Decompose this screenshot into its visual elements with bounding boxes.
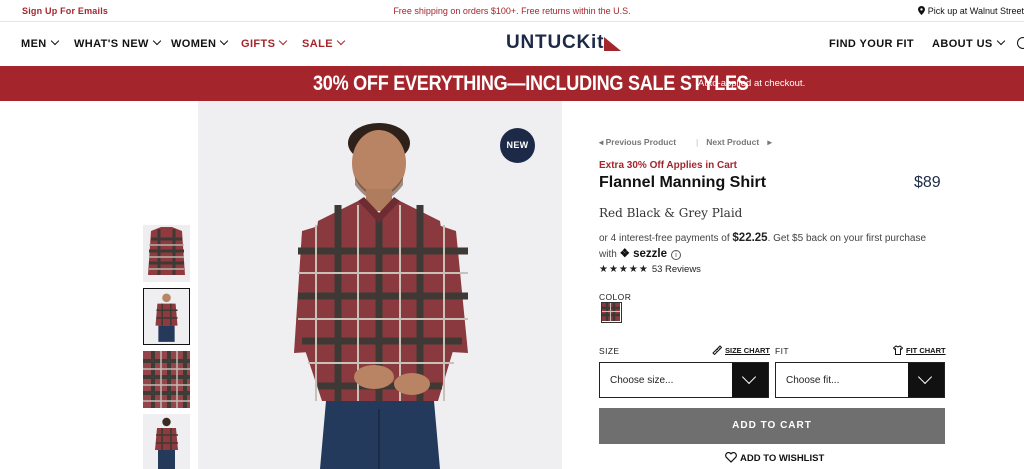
- sezzle-suffix: . Get $5 back on your first purchase: [767, 233, 927, 244]
- chevron-down-icon: [220, 36, 229, 46]
- product-thumbnail-selected[interactable]: [143, 288, 190, 345]
- sezzle-installment-text: or 4 interest-free payments of $22.25. G…: [599, 232, 926, 244]
- fit-select[interactable]: Choose fit...: [775, 362, 945, 398]
- next-product-label: Next Product: [706, 137, 760, 147]
- shipping-message: Free shipping on orders $100+. Free retu…: [393, 6, 631, 16]
- next-product-link[interactable]: Next Product ▸: [706, 137, 772, 147]
- product-thumbnail[interactable]: [143, 414, 190, 469]
- sezzle-logo[interactable]: ❖ sezzle: [620, 248, 667, 260]
- nav-men-label: MEN: [21, 38, 47, 50]
- wishlist-label: ADD TO WISHLIST: [740, 453, 825, 464]
- nav-about-us[interactable]: ABOUT US: [932, 36, 1005, 50]
- add-to-cart-button[interactable]: ADD TO CART: [599, 408, 945, 444]
- fit-select-value: Choose fit...: [786, 375, 840, 386]
- color-variant-name: Red Black & Grey Plaid: [599, 206, 743, 220]
- shirt-icon: [893, 345, 903, 355]
- sezzle-brand: sezzle: [633, 248, 667, 260]
- nav-women[interactable]: WOMEN: [171, 36, 229, 50]
- previous-product-label: Previous Product: [605, 137, 677, 147]
- sezzle-with: with: [599, 249, 617, 260]
- new-badge: NEW: [500, 128, 535, 163]
- brand-logo[interactable]: UNTUCKit: [506, 32, 621, 56]
- color-label: COLOR: [599, 292, 632, 302]
- chevron-down-icon: [50, 36, 59, 46]
- product-price: $89: [914, 174, 941, 191]
- store-pickup-label: Pick up at Walnut Street: [927, 6, 1024, 16]
- chevron-down-icon: [279, 36, 288, 46]
- sezzle-amount: $22.25: [732, 232, 768, 244]
- utility-bar: Sign Up For Emails Free shipping on orde…: [0, 0, 1024, 22]
- chevron-down-icon: [152, 36, 162, 46]
- nav-whats-new-label: WHAT'S NEW: [74, 38, 149, 50]
- promo-headline: 30% OFF EVERYTHING—INCLUDING SALE STYLES: [313, 72, 749, 95]
- size-chart-link[interactable]: SIZE CHART: [712, 345, 770, 355]
- chevron-down-icon: [336, 36, 346, 46]
- chevron-down-icon[interactable]: [908, 363, 944, 397]
- ruler-icon: [712, 345, 722, 355]
- plaid-swatch-icon: [602, 303, 620, 321]
- fit-chart-label: FIT CHART: [906, 346, 946, 355]
- heart-icon: [725, 452, 737, 463]
- fit-label: FIT: [775, 346, 789, 356]
- chevron-down-icon[interactable]: [732, 363, 768, 397]
- sezzle-logo-icon: ❖: [619, 248, 630, 260]
- fabric-detail-thumbnail: [143, 351, 190, 408]
- size-select[interactable]: Choose size...: [599, 362, 769, 398]
- nav-women-label: WOMEN: [171, 38, 217, 50]
- info-icon[interactable]: i: [670, 250, 681, 260]
- product-pager: ◂ Previous Product | Next Product ▸: [599, 137, 778, 148]
- nav-gifts-label: GIFTS: [241, 38, 276, 50]
- add-to-wishlist-button[interactable]: ADD TO WISHLIST: [725, 452, 824, 464]
- cart-promo-note: Extra 30% Off Applies in Cart: [599, 160, 737, 171]
- model-thumbnail: [144, 289, 189, 344]
- promo-note: Auto-applied at checkout.: [698, 78, 806, 89]
- store-pickup[interactable]: Pick up at Walnut Street: [917, 6, 1024, 16]
- model-back-thumbnail: [143, 414, 190, 469]
- shirt-front-thumbnail: [143, 225, 190, 282]
- logo-flag-icon: [604, 37, 621, 51]
- chevron-down-icon: [996, 36, 1005, 46]
- product-thumbnail[interactable]: [143, 351, 190, 408]
- product-thumbnail[interactable]: [143, 225, 190, 282]
- fit-chart-link[interactable]: FIT CHART: [893, 345, 946, 355]
- size-label: SIZE: [599, 346, 620, 356]
- pager-divider: |: [696, 137, 699, 147]
- product-rating[interactable]: ★★★★★ 53 Reviews: [599, 264, 701, 275]
- main-nav: MEN WHAT'S NEW WOMEN GIFTS SALE UNTUCKit…: [0, 22, 1024, 66]
- location-pin-icon: [917, 6, 925, 15]
- nav-sale[interactable]: SALE: [302, 36, 346, 50]
- sezzle-brand-line: with ❖ sezzle i: [599, 246, 681, 260]
- nav-about-label: ABOUT US: [932, 38, 993, 50]
- previous-product-link[interactable]: ◂ Previous Product: [599, 137, 682, 147]
- size-select-value: Choose size...: [610, 375, 674, 386]
- search-icon[interactable]: [1017, 37, 1024, 49]
- size-chart-label: SIZE CHART: [725, 346, 770, 355]
- nav-sale-label: SALE: [302, 38, 333, 50]
- star-rating-icon: ★★★★★: [599, 264, 649, 275]
- sezzle-prefix: or 4 interest-free payments of: [599, 233, 733, 244]
- nav-whats-new[interactable]: WHAT'S NEW: [74, 36, 162, 50]
- product-title: Flannel Manning Shirt: [599, 174, 767, 191]
- review-count: 53 Reviews: [651, 264, 701, 275]
- nav-men[interactable]: MEN: [21, 36, 59, 50]
- nav-gifts[interactable]: GIFTS: [241, 36, 288, 50]
- color-swatch-selected[interactable]: [601, 302, 622, 323]
- nav-find-your-fit[interactable]: FIND YOUR FIT: [829, 38, 914, 50]
- brand-logo-text: UNTUCKit: [506, 32, 605, 53]
- promo-banner: 30% OFF EVERYTHING—INCLUDING SALE STYLES…: [0, 66, 1024, 101]
